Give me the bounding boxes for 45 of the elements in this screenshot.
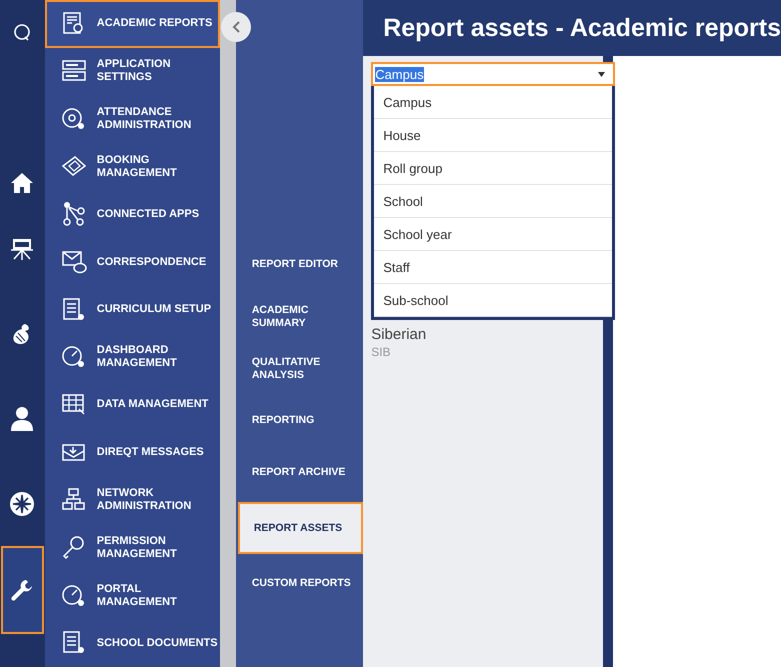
dropdown-option[interactable]: Sub-school: [374, 284, 612, 317]
submenu-item[interactable]: REPORT ARCHIVE: [236, 450, 364, 495]
nodes-icon: [60, 201, 87, 228]
wrench-icon[interactable]: [10, 578, 34, 602]
gauge-icon: [60, 582, 87, 609]
dropdown-option[interactable]: Staff: [374, 251, 612, 284]
menu-item[interactable]: DIREQT MESSAGES: [44, 428, 220, 476]
dropdown-option[interactable]: House: [374, 119, 612, 152]
submenu-item[interactable]: QUALITATIVE ANALYSIS: [236, 346, 364, 391]
menu-item[interactable]: BOOKING MANAGEMENT: [44, 142, 220, 191]
caret-icon: [598, 72, 606, 76]
doc-icon: [60, 296, 87, 323]
person-icon[interactable]: [11, 406, 34, 430]
submenu-item[interactable]: CUSTOM REPORTS: [236, 561, 364, 606]
menu-item[interactable]: PORTAL MANAGEMENT: [44, 572, 220, 620]
submenu-item[interactable]: REPORT ASSETS: [238, 502, 364, 554]
logo-icon[interactable]: [13, 23, 32, 41]
home-icon[interactable]: [10, 172, 34, 194]
submenu-item[interactable]: REPORTING: [236, 398, 364, 443]
submenu-item[interactable]: ACADEMIC SUMMARY: [236, 294, 364, 339]
burst-icon[interactable]: [10, 492, 34, 516]
menu-item[interactable]: CONNECTED APPS: [44, 190, 220, 238]
mail-icon: [60, 249, 87, 276]
menu-item[interactable]: ACADEMIC REPORTS: [44, 0, 220, 48]
select-field[interactable]: Campus: [371, 62, 616, 86]
dropdown-option[interactable]: School: [374, 185, 612, 218]
menu-item[interactable]: DASHBOARD MANAGEMENT: [44, 334, 220, 382]
dropdown-option[interactable]: School year: [374, 218, 612, 251]
dropdown-option[interactable]: Campus: [374, 86, 612, 119]
menu-item[interactable]: PERMISSION MANAGEMENT: [44, 524, 220, 572]
whiteboard-icon[interactable]: [10, 236, 34, 260]
menu-item[interactable]: APPLICATION SETTINGS: [44, 48, 220, 96]
dropdown-option[interactable]: Roll group: [374, 152, 612, 185]
menu-item[interactable]: DATA MANAGEMENT: [44, 381, 220, 429]
record-code: SIB: [371, 345, 392, 359]
menu-item[interactable]: SCHOOL DOCUMENTS: [44, 619, 220, 667]
chevron-left-icon: [232, 21, 240, 33]
menu-item[interactable]: NETWORK ADMINISTRATION: [44, 476, 220, 524]
record-name: Siberian: [371, 326, 428, 343]
menu-item[interactable]: ATTENDANCE ADMINISTRATION: [44, 95, 220, 143]
submenu-item[interactable]: REPORT EDITOR: [236, 242, 364, 287]
page-title: Report assets - Academic reports: [383, 14, 781, 42]
collapse-button[interactable]: [220, 12, 251, 42]
menu-item[interactable]: CURRICULUM SETUP: [44, 286, 220, 334]
menu-item[interactable]: CORRESPONDENCE: [44, 238, 220, 286]
